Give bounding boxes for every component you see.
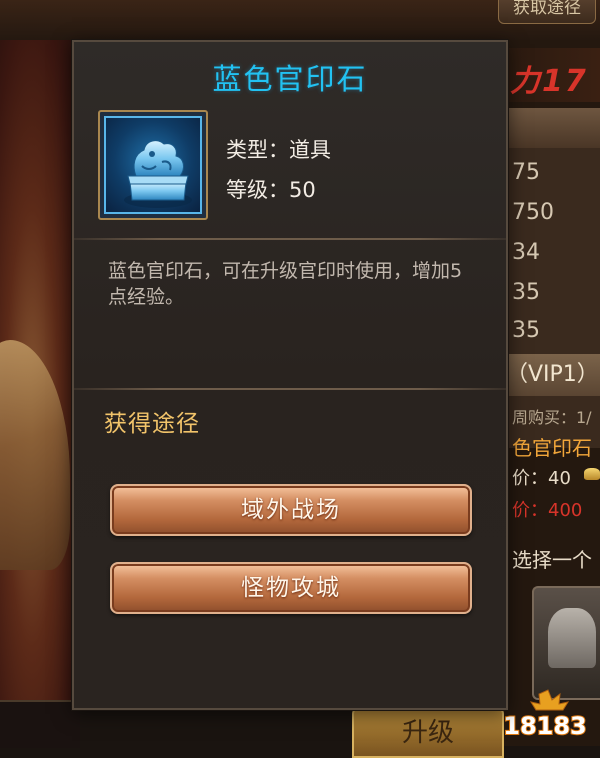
large-seal-image <box>0 340 70 570</box>
item-description: 蓝色官印石，可在升级官印时使用，增加5点经验。 <box>108 260 463 308</box>
acquire-way-tab[interactable]: 获取途径 <box>498 0 596 24</box>
upgrade-button[interactable]: 升级 <box>352 706 504 758</box>
stat-value: 750 <box>512 200 554 225</box>
scene-background <box>0 40 80 746</box>
divider <box>74 238 506 240</box>
item-thumbnail[interactable] <box>532 586 600 700</box>
weekly-purchase-label: 周购买：1/ <box>512 408 592 427</box>
item-title: 蓝色官印石 <box>212 62 368 96</box>
source-button-monster-siege[interactable]: 怪物攻城 <box>110 562 472 614</box>
stat-value: 34 <box>512 240 540 265</box>
item-info-popup: 蓝色官印石 类型：道具 等级：50 蓝色官印石，可在升级官印时使用，增加5点经验… <box>72 40 508 710</box>
blue-seal-icon <box>124 140 192 208</box>
stats-panel <box>506 108 600 448</box>
source-button-outer-battlefield[interactable]: 域外战场 <box>110 484 472 536</box>
watermark-logo: 18183 <box>502 689 588 741</box>
stat-value: 35 <box>512 318 540 343</box>
bottom-strip <box>0 700 80 748</box>
item-level-label: 等级：50 <box>226 178 316 202</box>
price-label-red: 价：400 <box>512 500 583 521</box>
power-value: 力17 <box>510 64 588 99</box>
source-heading: 获得途径 <box>104 411 200 437</box>
top-bar: 获取途径 <box>0 0 600 41</box>
stat-value: 75 <box>512 160 540 185</box>
watermark-text: 18183 <box>503 712 587 740</box>
gold-ingot-icon <box>584 468 600 480</box>
choose-label: 选择一个 <box>512 548 592 572</box>
seal-thumbnail-icon <box>548 608 596 668</box>
divider <box>74 388 506 390</box>
item-icon-frame <box>98 110 208 220</box>
stat-value: 35 <box>512 280 540 305</box>
vip-label: （VIP1） <box>506 354 600 396</box>
item-type-label: 类型：道具 <box>226 138 331 162</box>
stats-header <box>507 108 600 148</box>
item-name-partial: 色官印石 <box>512 436 592 460</box>
item-icon-slot <box>104 116 202 214</box>
price-label: 价：40 <box>512 468 571 489</box>
